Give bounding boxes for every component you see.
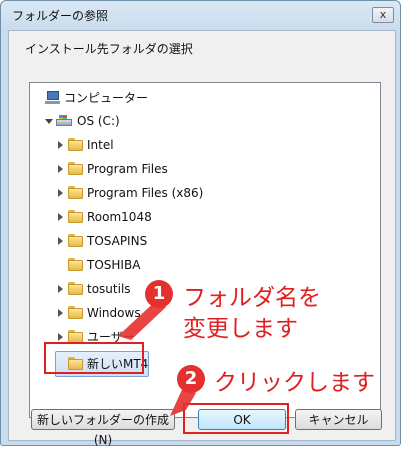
expand-arrow-icon[interactable] [58, 165, 63, 173]
expand-arrow-icon[interactable] [58, 285, 63, 293]
title-bar: フォルダーの参照 x [1, 1, 400, 29]
highlight-new-folder-box [44, 342, 144, 374]
tree-item-label: Intel [87, 138, 114, 152]
tree-item-label: Program Files (x86) [87, 186, 204, 200]
close-icon: x [379, 8, 387, 21]
tree-item-label: tosutils [87, 282, 131, 296]
tree-item-label: コンピューター [64, 91, 149, 105]
close-button[interactable]: x [372, 7, 394, 23]
window-title: フォルダーの参照 [12, 9, 109, 23]
folder-icon [68, 258, 83, 271]
step1-text-line2: 変更します [183, 316, 298, 342]
expand-arrow-icon[interactable] [58, 213, 63, 221]
step2-text: クリックします [214, 370, 375, 396]
step2-badge: 2 [177, 365, 205, 393]
drive-icon [56, 115, 72, 127]
folder-icon [68, 210, 83, 223]
make-new-folder-button[interactable]: 新しいフォルダーの作成(N) [31, 409, 175, 447]
computer-icon [44, 91, 60, 104]
tree-item-label: OS (C:) [77, 114, 120, 128]
expand-arrow-icon[interactable] [58, 309, 63, 317]
expand-arrow-icon[interactable] [58, 141, 63, 149]
folder-icon [68, 306, 83, 319]
cancel-button[interactable]: キャンセル [295, 409, 382, 430]
tree-item-label: Windows [87, 306, 141, 320]
tree-item-label: TOSHIBA [87, 258, 141, 272]
folder-icon [68, 186, 83, 199]
folder-icon [68, 234, 83, 247]
folder-icon [68, 282, 83, 295]
folder-icon [68, 138, 83, 151]
folder-icon [68, 162, 83, 175]
tree-item-label: TOSAPINS [87, 234, 148, 248]
step1-badge: 1 [145, 280, 173, 308]
expand-arrow-icon[interactable] [58, 237, 63, 245]
step1-text-line1: フォルダ名を [183, 285, 321, 311]
collapse-arrow-icon[interactable] [45, 119, 53, 124]
expand-arrow-icon[interactable] [58, 333, 63, 341]
highlight-ok-box [183, 403, 289, 434]
tree-item-label: Room1048 [87, 210, 152, 224]
expand-arrow-icon[interactable] [58, 189, 63, 197]
tree-item-label: Program Files [87, 162, 168, 176]
dialog-description: インストール先フォルダの選択 [25, 42, 193, 56]
